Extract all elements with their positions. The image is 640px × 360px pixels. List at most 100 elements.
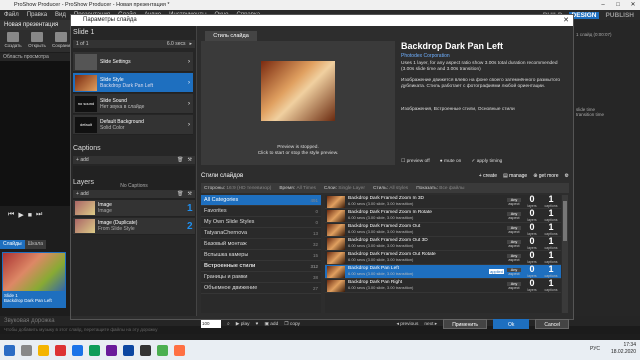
play-icon[interactable]: ▶ — [18, 211, 23, 219]
style-list-scrollbar[interactable] — [562, 195, 568, 313]
mute-on-toggle[interactable]: ● mute on — [440, 159, 462, 164]
category-item[interactable]: Объемное движение 27 — [201, 283, 321, 294]
slide-nav-arrow-icon[interactable]: ▸ — [189, 41, 192, 47]
style-thumb — [327, 209, 345, 222]
premiere-icon[interactable] — [106, 344, 117, 356]
minimize-button[interactable]: – — [596, 0, 610, 10]
layer-item[interactable]: Image Image 1 — [73, 200, 195, 217]
app-icon[interactable] — [140, 344, 151, 356]
search-icon[interactable]: ⌕ — [227, 321, 230, 327]
add-caption-button[interactable]: + add — [76, 157, 89, 163]
mode-publish[interactable]: PUBLISH — [605, 12, 634, 19]
stop-icon[interactable]: ■ — [28, 212, 32, 219]
close-button[interactable]: ✕ — [626, 0, 640, 10]
category-item[interactable]: Вспышка камеры 15 — [201, 250, 321, 261]
browser-icon[interactable] — [55, 344, 66, 356]
category-item[interactable]: All Categories 491 — [201, 195, 321, 206]
style-author-link[interactable]: Photodex Corporation — [401, 53, 569, 59]
style-list-item[interactable]: Backdrop Dark Framed Zoom In Rotate 6.00 … — [325, 209, 561, 223]
layers-count: 0 layers — [527, 195, 537, 208]
style-list-item[interactable]: Backdrop Dark Framed Zoom In 3D 6.00 secs… — [325, 195, 561, 209]
show-filter[interactable]: Показать: Все файлы — [416, 186, 464, 191]
settings-icon[interactable]: ⚙ — [565, 173, 569, 179]
maximize-button[interactable]: □ — [611, 0, 625, 10]
style-preview[interactable]: Preview is stopped. Click to start or st… — [201, 41, 395, 165]
slide-nav-row: 1 of 1 6.0 secs ▸ — [73, 40, 195, 48]
category-item[interactable]: Границы и рамки 38 — [201, 272, 321, 283]
new-button[interactable]: Создать — [4, 32, 22, 50]
photoshop-icon[interactable] — [123, 344, 134, 356]
orange-app-icon[interactable] — [174, 344, 185, 356]
play-button[interactable]: ▶ play — [236, 322, 250, 327]
next-button[interactable]: next ▸ — [424, 322, 437, 327]
layers-count: 0 layers — [527, 222, 537, 237]
tools-icon[interactable]: ⚒ — [188, 191, 192, 197]
dialog-titlebar: Параметры слайда ✕ — [71, 15, 573, 26]
category-item[interactable]: Базовый монтаж 32 — [201, 239, 321, 250]
layers-count: 0 layers — [527, 208, 537, 223]
menu-view[interactable]: Вид — [55, 12, 66, 18]
style-list-item-selected[interactable]: Backdrop Dark Pan Left 6.00 secs (3.00 sl… — [325, 265, 561, 279]
scrollbar-thumb[interactable] — [563, 201, 567, 241]
ratio-filter[interactable]: Стороны: 16:9 (HD телевизор) — [204, 186, 271, 191]
style-list-item[interactable]: Backdrop Dark Framed Zoom Out Rotate 6.00… — [325, 251, 561, 265]
tab-timeline[interactable]: Шкала — [24, 240, 46, 249]
menu-edit[interactable]: Правка — [27, 12, 47, 18]
apply-button[interactable]: Применить — [443, 319, 488, 329]
excel-icon[interactable] — [89, 344, 100, 356]
settings-item-background[interactable]: default Default Background Solid Color › — [73, 115, 193, 135]
preview-hint-line: Click to start or stop the style preview… — [257, 151, 339, 156]
transport-controls: ⏮ ▶ ■ ⏭ — [0, 208, 70, 222]
save-button[interactable]: Сохранить — [52, 32, 74, 50]
manage-styles-button[interactable]: ▤ manage — [503, 173, 527, 179]
style-item-text: Backdrop Dark Framed Zoom In Rotate 6.00 … — [348, 209, 432, 221]
open-button[interactable]: Открыть — [28, 32, 46, 50]
forward-icon[interactable]: ⏭ — [36, 211, 42, 219]
green-app-icon[interactable] — [157, 344, 168, 356]
start-icon[interactable] — [4, 344, 15, 356]
style-filter[interactable]: Стиль: All styles — [373, 186, 408, 191]
rewind-icon[interactable]: ⏮ — [8, 211, 14, 219]
dialog-close-icon[interactable]: ✕ — [563, 15, 569, 26]
copy-button[interactable]: ❐ copy — [284, 322, 300, 327]
settings-item-slide-settings[interactable]: Slide Settings › — [73, 52, 193, 72]
style-list-item[interactable]: Backdrop Dark Framed Zoom Out 6.00 secs (… — [325, 223, 561, 237]
style-list-item[interactable]: Backdrop Dark Pan Right 6.00 secs (3.00 s… — [325, 279, 561, 293]
create-style-button[interactable]: + create — [479, 173, 497, 179]
captions-count: 1 captions — [544, 250, 558, 265]
tab-slides[interactable]: Слайды — [0, 240, 25, 249]
explorer-icon[interactable] — [38, 344, 49, 356]
layers-filter[interactable]: Слои: Single Layer — [324, 186, 365, 191]
menu-file[interactable]: Файл — [4, 12, 19, 18]
previous-button[interactable]: ◂ previous — [396, 322, 418, 327]
ok-button[interactable]: Ok — [493, 319, 530, 329]
settings-item-slide-style[interactable]: Slide Style Backdrop Dark Pan Left › — [73, 73, 193, 93]
settings-item-slide-sound[interactable]: no sound Slide Sound Нет звука в слайде › — [73, 94, 193, 114]
style-list-item[interactable]: Backdrop Dark Framed Zoom Out 3D 6.00 sec… — [325, 237, 561, 251]
clock-date: 18.02.2020 — [610, 349, 636, 355]
word-icon[interactable] — [72, 344, 83, 356]
zoom-input[interactable]: 100 — [201, 320, 221, 328]
category-item[interactable]: TatyanaChernova 13 — [201, 228, 321, 239]
search-icon[interactable] — [21, 344, 32, 356]
preview-off-toggle[interactable]: ☐ preview off — [401, 159, 430, 164]
cancel-button[interactable]: Cancel — [535, 319, 569, 329]
category-item[interactable]: My Own Slide Styles 0 — [201, 217, 321, 228]
tab-slide-style[interactable]: Стиль слайда — [205, 31, 257, 41]
trash-icon[interactable]: 🗑 — [177, 157, 183, 163]
slide-thumbnail[interactable] — [2, 252, 66, 292]
trash-icon[interactable]: 🗑 — [177, 191, 183, 197]
category-item[interactable]: Favorites 0 — [201, 206, 321, 217]
language-indicator[interactable]: РУС — [590, 346, 600, 352]
aspect-badge: Any aspect — [507, 211, 521, 220]
add-layer-button[interactable]: + add — [76, 191, 89, 197]
tools-icon[interactable]: ⚒ — [188, 157, 192, 163]
style-thumb — [327, 251, 345, 264]
heart-icon[interactable]: ♥ — [256, 322, 259, 327]
add-button[interactable]: ▣ add — [264, 322, 278, 327]
apply-timing-toggle[interactable]: ✓ apply timing — [471, 159, 502, 164]
get-more-styles-button[interactable]: ⊕ get more — [533, 173, 558, 179]
time-filter[interactable]: Время: All Times — [279, 186, 316, 191]
layer-item[interactable]: Image (Duplicate) From Slide Style 2 — [73, 218, 195, 235]
category-item[interactable]: Встроенные стили 312 — [201, 261, 321, 272]
